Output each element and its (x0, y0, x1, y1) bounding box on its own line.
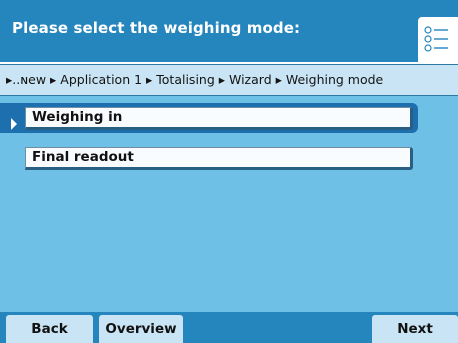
option-list-area: Weighing in Final readout (0, 96, 458, 312)
selection-arrow-icon (11, 118, 17, 130)
header-bar: Please select the weighing mode: (0, 0, 458, 64)
back-button[interactable]: Back (6, 315, 93, 343)
next-button[interactable]: Next (372, 315, 458, 343)
list-menu-icon (424, 26, 448, 52)
page-title: Please select the weighing mode: (12, 19, 301, 37)
weighing-mode-screen: Please select the weighing mode: ▸..ɴew … (0, 0, 458, 343)
footer-bar: Back Overview Next (0, 312, 458, 343)
option-weighing-in[interactable]: Weighing in (25, 107, 413, 130)
menu-button[interactable] (418, 17, 458, 64)
overview-button[interactable]: Overview (99, 315, 183, 343)
option-final-readout[interactable]: Final readout (25, 147, 413, 170)
breadcrumb: ▸..ɴew ▸ Application 1 ▸ Totalising ▸ Wi… (0, 64, 458, 96)
